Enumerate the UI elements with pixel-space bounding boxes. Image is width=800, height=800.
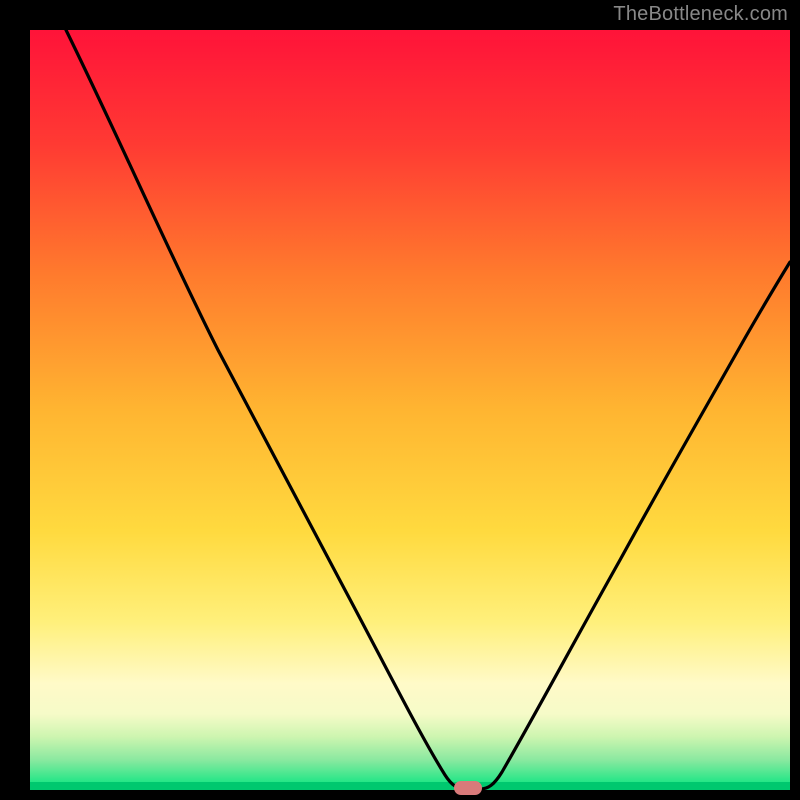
chart-background-gradient [30, 30, 790, 790]
minimum-marker [454, 781, 482, 795]
chart-container: TheBottleneck.com [0, 0, 800, 800]
bottleneck-chart [0, 0, 800, 800]
chart-bottom-strip [30, 782, 790, 790]
watermark-text: TheBottleneck.com [613, 3, 788, 26]
